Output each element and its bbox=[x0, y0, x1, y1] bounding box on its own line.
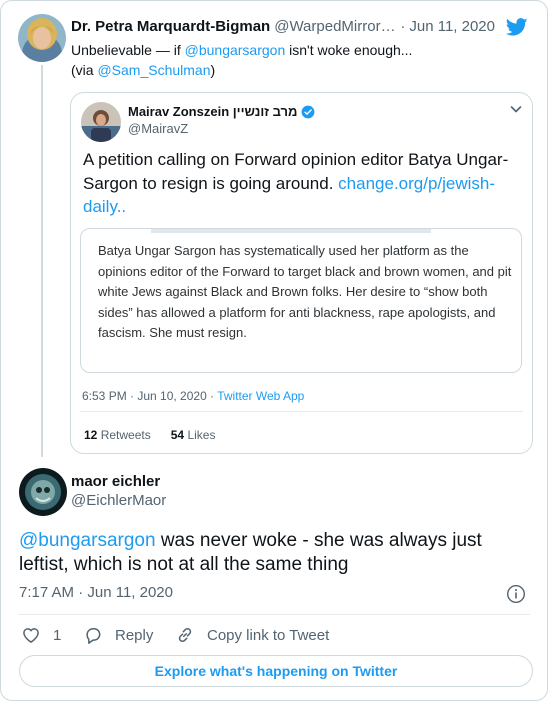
retweets-label[interactable]: Retweets bbox=[101, 428, 151, 442]
reply-icon bbox=[86, 628, 101, 644]
parent-text-after: isn't woke enough... bbox=[285, 42, 413, 58]
main-tweet-text: @bungarsargon was never woke - she was a… bbox=[19, 529, 529, 577]
quoted-tweet-text: A petition calling on Forward opinion ed… bbox=[83, 148, 523, 219]
main-divider bbox=[18, 614, 530, 615]
quoted-timestamp: 6:53 PM · Jun 10, 2020 · Twitter Web App bbox=[82, 389, 304, 403]
reply-button[interactable]: Reply bbox=[83, 625, 153, 645]
main-mention-link[interactable]: @bungarsargon bbox=[19, 530, 156, 551]
info-icon[interactable] bbox=[506, 584, 526, 604]
heart-icon bbox=[23, 628, 39, 643]
parent-author-handle[interactable]: @WarpedMirrorP… bbox=[274, 17, 396, 37]
image-top-fragment bbox=[151, 229, 431, 233]
copy-link-button[interactable]: Copy link to Tweet bbox=[175, 625, 329, 645]
copy-link-label: Copy link to Tweet bbox=[207, 626, 330, 644]
parent-date[interactable]: Jun 11, 2020 bbox=[409, 17, 495, 37]
parent-separator: · bbox=[400, 18, 406, 35]
like-count: 1 bbox=[53, 626, 62, 644]
quoted-source-app[interactable]: Twitter Web App bbox=[217, 389, 304, 403]
quoted-time-text[interactable]: 6:53 PM · Jun 10, 2020 · bbox=[82, 389, 217, 403]
thread-connector bbox=[41, 65, 43, 457]
quoted-image-text: Batya Ungar Sargon has systematically us… bbox=[98, 243, 512, 341]
parent-via-open: (via bbox=[71, 62, 98, 78]
quoted-stats: 12 Retweets 54 Likes bbox=[84, 428, 215, 442]
parent-author-name[interactable]: Dr. Petra Marquardt-Bigman bbox=[71, 17, 270, 37]
main-avatar[interactable] bbox=[19, 468, 67, 516]
parent-via-mention-link[interactable]: @Sam_Schulman bbox=[97, 62, 210, 78]
quoted-author-name[interactable]: Mairav Zonszein מרב זונשיין bbox=[128, 103, 315, 121]
parent-mention-link[interactable]: @bungarsargon bbox=[185, 42, 286, 58]
like-button[interactable]: 1 bbox=[21, 625, 61, 645]
link-icon bbox=[178, 627, 192, 643]
quoted-divider bbox=[80, 411, 523, 412]
quoted-avatar[interactable] bbox=[81, 102, 121, 142]
quoted-tweet[interactable]: Mairav Zonszein מרב זונשיין @MairavZ A p… bbox=[70, 92, 533, 454]
main-author-handle[interactable]: @EichlerMaor bbox=[71, 492, 166, 510]
explore-button[interactable]: Explore what's happening on Twitter bbox=[19, 655, 533, 687]
chevron-down-icon[interactable] bbox=[508, 101, 524, 117]
parent-tweet-text: Unbelievable — if @bungarsargon isn't wo… bbox=[71, 40, 531, 80]
likes-label[interactable]: Likes bbox=[187, 428, 215, 442]
quoted-image[interactable]: Batya Ungar Sargon has systematically us… bbox=[80, 228, 522, 373]
likes-count[interactable]: 54 bbox=[171, 428, 184, 442]
parent-via-close: ) bbox=[210, 62, 216, 78]
parent-text-before: Unbelievable — if bbox=[71, 42, 185, 58]
quoted-author-name-text: Mairav Zonszein מרב זונשיין bbox=[128, 104, 298, 119]
retweets-count[interactable]: 12 bbox=[84, 428, 97, 442]
twitter-bird-icon[interactable] bbox=[505, 16, 529, 38]
reply-label: Reply bbox=[115, 626, 154, 644]
tweet-embed-card: Dr. Petra Marquardt-Bigman @WarpedMirror… bbox=[0, 0, 548, 701]
verified-badge-icon bbox=[302, 105, 315, 119]
main-timestamp[interactable]: 7:17 AM · Jun 11, 2020 bbox=[19, 584, 173, 601]
quoted-author-handle[interactable]: @MairavZ bbox=[128, 120, 188, 138]
parent-header: Dr. Petra Marquardt-Bigman @WarpedMirror… bbox=[71, 17, 495, 37]
parent-avatar[interactable] bbox=[18, 14, 66, 62]
main-author-name[interactable]: maor eichler bbox=[71, 473, 160, 491]
